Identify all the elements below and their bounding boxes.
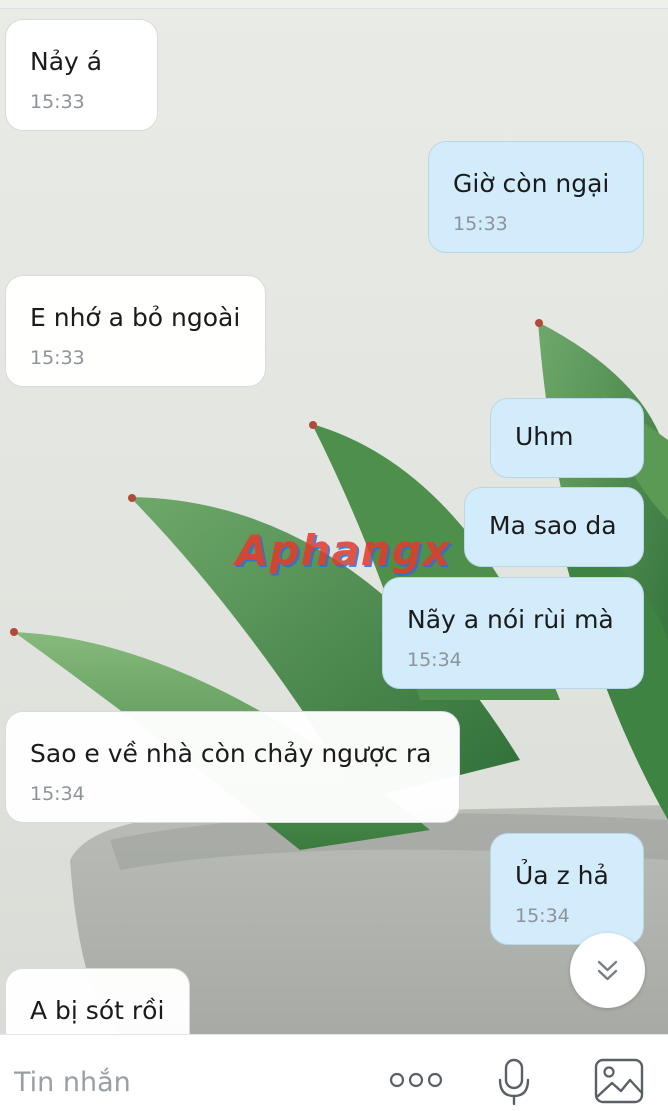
message-text: E nhớ a bỏ ngoài xyxy=(30,303,241,332)
message-bubble-outgoing[interactable]: Giờ còn ngại 15:33 xyxy=(428,141,644,253)
message-bubble-incoming[interactable]: Sao e về nhà còn chảy ngược ra 15:34 xyxy=(5,711,460,823)
message-bubble-incoming[interactable]: E nhớ a bỏ ngoài 15:33 xyxy=(5,275,266,387)
message-composer: Tin nhắn xyxy=(0,1034,668,1111)
message-bubble-incoming[interactable]: A bị sót rồi xyxy=(5,968,190,1034)
message-text: Sao e về nhà còn chảy ngược ra xyxy=(30,739,432,768)
message-time: 15:34 xyxy=(515,905,570,927)
double-chevron-down-icon xyxy=(597,960,618,981)
message-text: Nãy a nói rùi mà xyxy=(407,605,614,634)
message-bubble-outgoing[interactable]: Uhm xyxy=(490,398,644,478)
more-options-icon[interactable] xyxy=(388,1070,444,1090)
microphone-icon[interactable] xyxy=(496,1058,532,1106)
message-text: Ma sao da xyxy=(489,511,617,540)
message-bubble-outgoing[interactable]: Nãy a nói rùi mà 15:34 xyxy=(382,577,644,689)
message-text: A bị sót rồi xyxy=(30,996,165,1025)
message-bubble-outgoing[interactable]: Ma sao da xyxy=(464,487,644,567)
message-text: Ủa z hả xyxy=(515,861,609,890)
message-time: 15:34 xyxy=(407,649,462,671)
watermark-logo: Aphangx xyxy=(236,526,451,575)
image-icon[interactable] xyxy=(594,1058,644,1104)
message-time: 15:34 xyxy=(30,783,85,805)
message-text: Giờ còn ngại xyxy=(453,169,610,198)
chat-area[interactable]: Aphangx Nảy á 15:33 Giờ còn ngại 15:33 E… xyxy=(0,0,668,1034)
message-input[interactable]: Tin nhắn xyxy=(14,1067,131,1098)
message-text: Nảy á xyxy=(30,47,103,76)
message-time: 15:33 xyxy=(453,213,508,235)
message-bubble-outgoing[interactable]: Ủa z hả 15:34 xyxy=(490,833,644,945)
message-time: 15:33 xyxy=(30,347,85,369)
message-text: Uhm xyxy=(515,422,574,451)
message-bubble-incoming[interactable]: Nảy á 15:33 xyxy=(5,19,158,131)
scroll-to-bottom-button[interactable] xyxy=(570,933,645,1008)
message-time: 15:33 xyxy=(30,91,85,113)
